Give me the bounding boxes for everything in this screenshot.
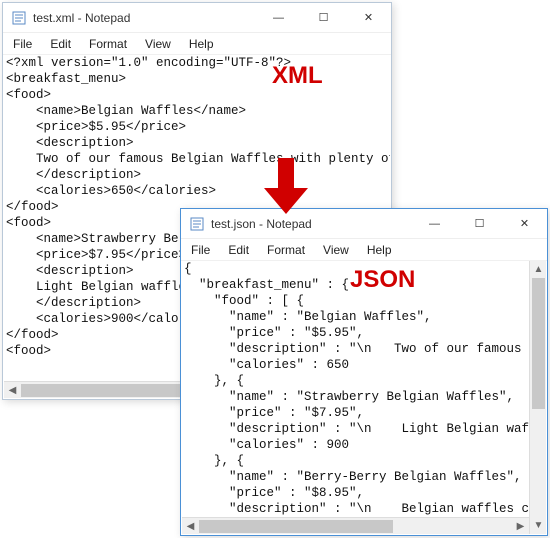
scrollbar-thumb[interactable] xyxy=(532,278,545,409)
maximize-button[interactable]: ☐ xyxy=(301,3,346,33)
menu-edit[interactable]: Edit xyxy=(220,241,257,259)
xml-label: XML xyxy=(272,62,323,90)
maximize-button[interactable]: ☐ xyxy=(457,209,502,239)
titlebar[interactable]: test.xml - Notepad — ☐ ✕ xyxy=(3,3,391,33)
close-button[interactable]: ✕ xyxy=(346,3,391,33)
arrow-down-icon xyxy=(264,158,308,218)
notepad-icon xyxy=(189,216,205,232)
close-button[interactable]: ✕ xyxy=(502,209,547,239)
menubar: File Edit Format View Help xyxy=(181,239,547,261)
editor-content[interactable]: { "breakfast_menu" : { "food" : [ { "nam… xyxy=(182,261,546,517)
menubar: File Edit Format View Help xyxy=(3,33,391,55)
menu-format[interactable]: Format xyxy=(259,241,313,259)
notepad-icon xyxy=(11,10,27,26)
scroll-right-icon[interactable]: ▶ xyxy=(512,518,529,535)
menu-help[interactable]: Help xyxy=(359,241,400,259)
horizontal-scrollbar[interactable]: ◀ ▶ xyxy=(182,517,529,534)
titlebar[interactable]: test.json - Notepad — ☐ ✕ xyxy=(181,209,547,239)
menu-view[interactable]: View xyxy=(315,241,357,259)
scroll-left-icon[interactable]: ◀ xyxy=(182,518,199,535)
window-title: test.json - Notepad xyxy=(211,217,312,231)
menu-help[interactable]: Help xyxy=(181,35,222,53)
menu-format[interactable]: Format xyxy=(81,35,135,53)
window-title: test.xml - Notepad xyxy=(33,11,130,25)
scroll-down-icon[interactable]: ▼ xyxy=(530,517,547,534)
scroll-left-icon[interactable]: ◀ xyxy=(4,382,21,399)
menu-file[interactable]: File xyxy=(183,241,218,259)
scrollbar-track[interactable] xyxy=(199,518,512,535)
scroll-up-icon[interactable]: ▲ xyxy=(530,261,547,278)
notepad-window-json: test.json - Notepad — ☐ ✕ File Edit Form… xyxy=(180,208,548,536)
scrollbar-thumb[interactable] xyxy=(199,520,393,533)
menu-edit[interactable]: Edit xyxy=(42,35,79,53)
vertical-scrollbar[interactable]: ▲ ▼ xyxy=(529,261,546,534)
json-label: JSON xyxy=(350,266,415,294)
scrollbar-track[interactable] xyxy=(530,278,546,517)
menu-view[interactable]: View xyxy=(137,35,179,53)
menu-file[interactable]: File xyxy=(5,35,40,53)
minimize-button[interactable]: — xyxy=(256,3,301,33)
minimize-button[interactable]: — xyxy=(412,209,457,239)
